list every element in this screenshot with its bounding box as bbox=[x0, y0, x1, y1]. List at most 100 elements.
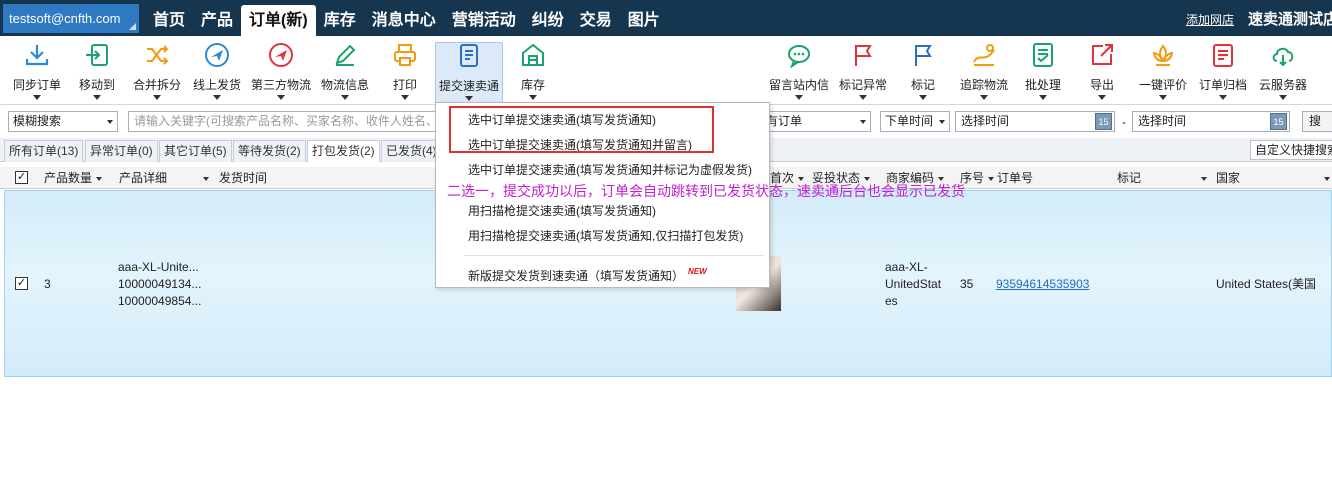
header-mark[interactable]: 标记 bbox=[1117, 167, 1208, 189]
chevron-down-icon bbox=[860, 120, 866, 124]
search-mode-select[interactable]: 模糊搜索 bbox=[8, 111, 118, 132]
row-quantity: 3 bbox=[44, 277, 51, 291]
tab-packed[interactable]: 打包发货(2) bbox=[307, 140, 380, 162]
order-scope-select[interactable]: 有订单 bbox=[762, 111, 871, 132]
flag-red-icon bbox=[855, 45, 872, 66]
date-range-dash: - bbox=[1122, 115, 1126, 129]
chevron-down-icon bbox=[153, 95, 161, 100]
track-logistics-label: 追踪物流 bbox=[959, 78, 1008, 92]
chevron-down-icon bbox=[107, 120, 113, 124]
print-button[interactable]: 打印 bbox=[385, 42, 425, 102]
chevron-down-icon bbox=[795, 95, 803, 100]
header-mark-label: 标记 bbox=[1117, 171, 1142, 185]
header-quantity[interactable]: 产品数量 bbox=[44, 167, 103, 189]
move-to-label: 移动到 bbox=[78, 78, 115, 92]
tab-abnormal-orders[interactable]: 异常订单(0) bbox=[85, 140, 158, 162]
mark-exception-label: 标记异常 bbox=[838, 78, 887, 92]
export-button[interactable]: 导出 bbox=[1086, 42, 1118, 102]
merge-split-button[interactable]: 合并拆分 bbox=[128, 42, 186, 102]
sync-orders-button[interactable]: 同步订单 bbox=[8, 42, 66, 102]
keyword-placeholder: 请输入关键字(可搜索产品名称、买家名称、收件人姓名、 bbox=[134, 114, 436, 128]
chevron-down-icon bbox=[1201, 176, 1208, 181]
one-click-review-label: 一键评价 bbox=[1138, 78, 1187, 92]
chevron-down-icon bbox=[939, 120, 945, 124]
row-product-line-3: 10000049854... bbox=[118, 294, 202, 308]
track-icon bbox=[973, 44, 995, 66]
logistics-info-label: 物流信息 bbox=[320, 78, 369, 92]
header-order-number[interactable]: 订单号 bbox=[997, 167, 1033, 189]
chevron-down-icon bbox=[341, 95, 349, 100]
nav-disputes[interactable]: 纠纷 bbox=[524, 5, 572, 36]
end-time-input[interactable]: 选择时间 15 bbox=[1132, 111, 1290, 132]
header-ship-time[interactable]: 发货时间 bbox=[219, 167, 267, 189]
nav-products[interactable]: 产品 bbox=[193, 5, 241, 36]
mark-button[interactable]: 标记 bbox=[903, 42, 943, 102]
search-button[interactable]: 搜 bbox=[1302, 111, 1332, 132]
chevron-down-icon bbox=[980, 95, 988, 100]
third-party-logistics-button[interactable]: 第三方物流 bbox=[248, 42, 314, 102]
calendar-icon[interactable]: 15 bbox=[1270, 113, 1287, 130]
track-logistics-button[interactable]: 追踪物流 bbox=[956, 42, 1012, 102]
mark-label: 标记 bbox=[910, 78, 935, 92]
nav-messages[interactable]: 消息中心 bbox=[364, 5, 444, 36]
batch-process-button[interactable]: 批处理 bbox=[1022, 42, 1064, 102]
header-quantity-label: 产品数量 bbox=[44, 171, 93, 185]
menu-item-scanner-submit-packed-only[interactable]: 用扫描枪提交速卖通(填写发货通知,仅扫描打包发货) bbox=[468, 227, 743, 244]
tab-other-orders[interactable]: 其它订单(5) bbox=[159, 140, 232, 162]
custom-quick-search-button[interactable]: 自定义快捷搜索 bbox=[1250, 140, 1332, 160]
header-country[interactable]: 国家 bbox=[1216, 167, 1331, 189]
menu-item-scanner-submit[interactable]: 用扫描枪提交速卖通(填写发货通知) bbox=[468, 202, 656, 219]
export-label: 导出 bbox=[1089, 78, 1114, 92]
calendar-icon[interactable]: 15 bbox=[1095, 113, 1112, 130]
time-type-value: 下单时间 bbox=[885, 114, 934, 128]
start-time-input[interactable]: 选择时间 15 bbox=[955, 111, 1115, 132]
chevron-down-icon bbox=[919, 95, 927, 100]
plane-red-icon bbox=[269, 43, 293, 67]
row-serial: 35 bbox=[960, 277, 974, 291]
add-shop-link[interactable]: 添加网店 bbox=[1186, 11, 1234, 28]
cloud-server-label: 云服务器 bbox=[1258, 78, 1307, 92]
menu-item-submit-mark-fake-shipment[interactable]: 选中订单提交速卖通(填写发货通知并标记为虚假发货) bbox=[468, 161, 752, 178]
nav-home[interactable]: 首页 bbox=[145, 5, 193, 36]
header-order-number-label: 订单号 bbox=[997, 171, 1034, 185]
header-serial[interactable]: 序号 bbox=[960, 167, 995, 189]
warehouse-button[interactable]: 库存 bbox=[512, 42, 554, 102]
header-country-label: 国家 bbox=[1216, 171, 1241, 185]
annotation-text: 二选一，提交成功以后，订单会自动跳转到已发货状态，速卖通后台也会显示已发货 bbox=[447, 183, 965, 199]
chevron-down-icon bbox=[277, 95, 285, 100]
row-merchant-code-line-1: aaa-XL- bbox=[885, 260, 928, 274]
nav-marketing[interactable]: 营销活动 bbox=[444, 5, 524, 36]
nav-transactions[interactable]: 交易 bbox=[572, 5, 620, 36]
nav-images[interactable]: 图片 bbox=[620, 5, 668, 36]
main-nav: 首页 产品 订单(新) 库存 消息中心 营销活动 纠纷 交易 图片 bbox=[145, 5, 668, 36]
menu-divider bbox=[464, 255, 764, 256]
menu-item-new-submit-shipment[interactable]: 新版提交发货到速卖通（填写发货通知） NEW bbox=[468, 267, 707, 284]
tab-awaiting-shipment[interactable]: 等待发货(2) bbox=[233, 140, 306, 162]
select-all-checkbox[interactable]: ✓ bbox=[15, 171, 28, 184]
header-ship-time-label: 发货时间 bbox=[219, 171, 268, 185]
one-click-review-button[interactable]: 一键评价 bbox=[1136, 42, 1190, 102]
nav-inventory[interactable]: 库存 bbox=[316, 5, 364, 36]
chevron-down-icon bbox=[96, 176, 103, 181]
archive-orders-button[interactable]: 订单归档 bbox=[1196, 42, 1250, 102]
store-name[interactable]: 速卖通测试店 bbox=[1248, 8, 1332, 29]
time-type-select[interactable]: 下单时间 bbox=[880, 111, 950, 132]
message-button[interactable]: 留言站内信 bbox=[766, 42, 832, 102]
chevron-down-icon bbox=[33, 95, 41, 100]
header-product-details[interactable]: 产品详细 bbox=[119, 167, 210, 189]
online-ship-button[interactable]: 线上发货 bbox=[190, 42, 244, 102]
nav-orders[interactable]: 订单(新) bbox=[241, 5, 316, 36]
tab-shipped[interactable]: 已发货(4) bbox=[381, 140, 442, 162]
tab-all-orders[interactable]: 所有订单(13) bbox=[4, 140, 84, 162]
keyword-search-input[interactable]: 请输入关键字(可搜索产品名称、买家名称、收件人姓名、 bbox=[128, 111, 436, 132]
row-order-number-link[interactable]: 93594614535903 bbox=[996, 276, 1089, 292]
chevron-down-icon bbox=[1324, 176, 1331, 181]
submit-aliexpress-button[interactable]: 提交速卖通 bbox=[435, 42, 503, 104]
account-switcher[interactable]: testsoft@cnfth.com bbox=[3, 4, 139, 33]
move-to-button[interactable]: 移动到 bbox=[72, 42, 122, 102]
top-nav-bar: testsoft@cnfth.com 首页 产品 订单(新) 库存 消息中心 营… bbox=[0, 0, 1332, 36]
logistics-info-button[interactable]: 物流信息 bbox=[318, 42, 372, 102]
mark-exception-button[interactable]: 标记异常 bbox=[836, 42, 890, 102]
row-checkbox[interactable]: ✓ bbox=[15, 277, 28, 290]
cloud-server-button[interactable]: 云服务器 bbox=[1256, 42, 1310, 102]
